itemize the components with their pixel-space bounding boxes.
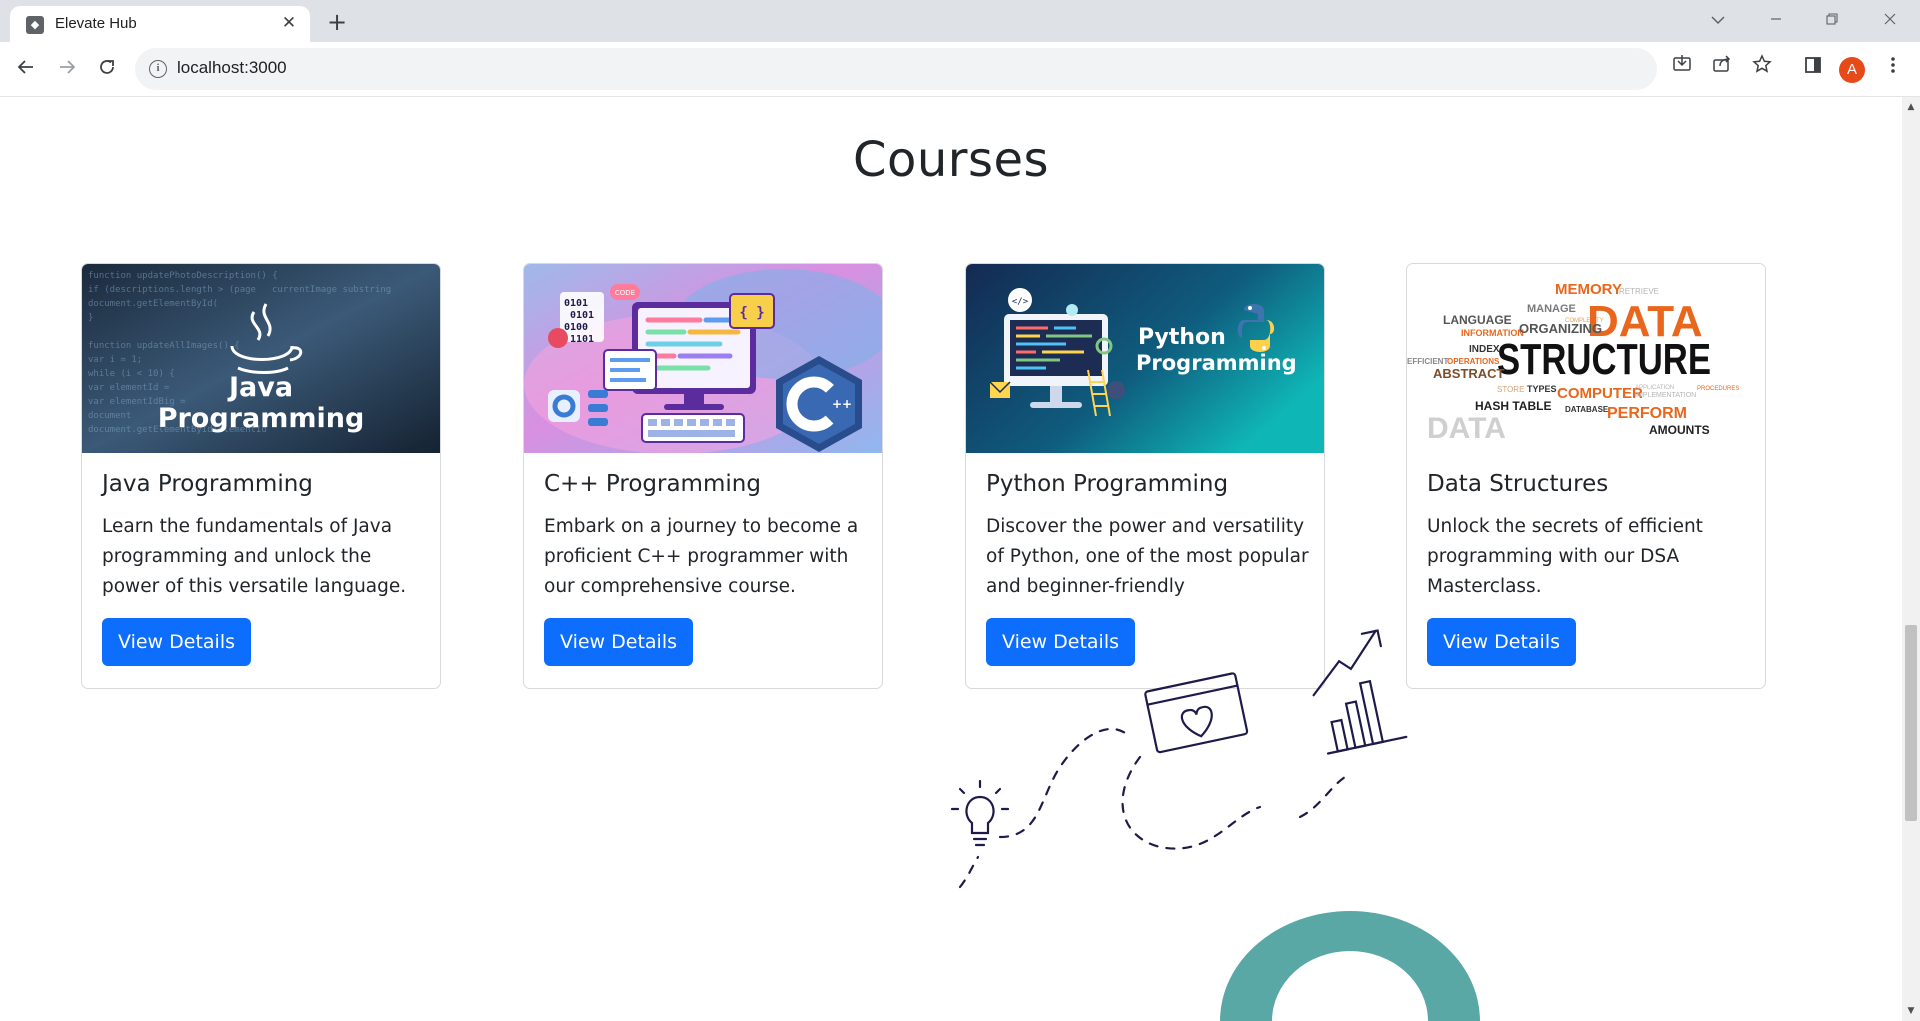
ds-word: STORE (1497, 385, 1524, 394)
course-title: C++ Programming (544, 471, 761, 497)
dashed-path-3 (1298, 775, 1347, 819)
view-details-button[interactable]: View Details (1427, 618, 1576, 666)
svg-text:++: ++ (832, 397, 852, 411)
svg-text:function updateAllImages() {: function updateAllImages() { (88, 341, 240, 351)
ds-word: APPLICATION (1635, 385, 1674, 391)
ds-word: STRUCTURE (1497, 335, 1711, 384)
browser-tab[interactable]: ◆ Elevate Hub ✕ (10, 6, 310, 42)
view-details-button[interactable]: View Details (986, 618, 1135, 666)
svg-text:</>: </> (1012, 297, 1029, 307)
share-icon[interactable] (1706, 53, 1738, 85)
site-favicon-icon: ◆ (26, 16, 44, 34)
forward-arrow-icon[interactable] (51, 53, 83, 85)
back-arrow-icon[interactable] (10, 53, 42, 85)
scroll-down-icon[interactable]: ▼ (1902, 1003, 1920, 1019)
ds-word: IMPLEMENTATION (1635, 392, 1696, 399)
ds-word: ABSTRACT (1433, 366, 1505, 381)
side-panel-icon[interactable] (1797, 53, 1829, 85)
info-icon[interactable]: i (149, 60, 167, 78)
tab-title: Elevate Hub (55, 15, 137, 32)
cpp-braces: { } (739, 305, 764, 321)
course-card-java: function updatePhotoDescription() { if (… (81, 263, 441, 689)
ds-word: MANAGE (1527, 303, 1576, 315)
page-scrollbar[interactable]: ▲ ▼ (1902, 97, 1920, 1021)
view-details-button[interactable]: View Details (102, 618, 251, 666)
minimize-icon[interactable] (1754, 4, 1798, 36)
course-description: Discover the power and versatility of Py… (986, 516, 1309, 597)
python-image-line2: Programming (1136, 351, 1297, 375)
scrollbar-thumb[interactable] (1905, 625, 1917, 821)
svg-text:function updatePhotoDescripti: function updatePhotoDescription() { (88, 271, 278, 281)
tab-close-icon[interactable]: ✕ (278, 12, 300, 34)
ds-word: HASH TABLE (1475, 399, 1551, 413)
cpp-binary-3: 0100 (564, 322, 588, 333)
cpp-course-image: 0101 0101 0100 1101 CODE { } ++ (524, 264, 882, 453)
svg-text:while (i < 10) {: while (i < 10) { (88, 369, 175, 379)
restore-icon[interactable] (1810, 4, 1854, 36)
course-title: Data Structures (1427, 471, 1609, 497)
ds-word: INDEX (1469, 344, 1500, 355)
close-window-icon[interactable] (1868, 4, 1912, 36)
course-card-python: </> Python Programming Python Programmin… (965, 263, 1325, 689)
ds-word: ORGANIZING (1519, 321, 1602, 336)
java-image-line2: Programming (158, 403, 365, 434)
browser-toolbar: i localhost:3000 A (0, 42, 1920, 97)
svg-text:var i = 1;: var i = 1; (88, 355, 142, 365)
star-icon[interactable] (1746, 53, 1778, 85)
url-text[interactable]: localhost:3000 (177, 58, 287, 78)
ds-word: EFFICIENT (1407, 357, 1448, 366)
ds-word: PROCEDURES (1697, 386, 1739, 392)
ds-word: OPERATIONS (1447, 357, 1500, 366)
dsa-word-cloud-image: MEMORY RETRIEVE MANAGE COMPLEXITY LANGUA… (1407, 264, 1765, 453)
dashed-path-2 (1121, 755, 1262, 850)
course-card-cpp: 0101 0101 0100 1101 CODE { } ++ C++ Prog… (523, 263, 883, 689)
page-viewport: Courses function updatePhotoDescription(… (0, 97, 1902, 1021)
svg-text:if (descriptions.length > (pag: if (descriptions.length > (page (88, 285, 256, 295)
java-course-image: function updatePhotoDescription() { if (… (82, 264, 440, 453)
tab-search-icon[interactable] (1696, 4, 1740, 36)
ds-word: AMOUNTS (1649, 423, 1710, 437)
reload-icon[interactable] (91, 53, 123, 85)
address-bar[interactable]: i localhost:3000 (135, 48, 1657, 90)
cpp-binary-4: 1101 (570, 334, 594, 345)
view-details-button[interactable]: View Details (544, 618, 693, 666)
svg-text:currentImage substring: currentImage substring (272, 285, 391, 295)
ds-word: PERFORM (1607, 405, 1687, 422)
page-title: Courses (852, 132, 1050, 188)
browser-tab-bar: ◆ Elevate Hub ✕ + (0, 0, 1920, 42)
svg-text:var elementId =: var elementId = (88, 383, 170, 393)
course-title: Java Programming (102, 471, 313, 497)
install-icon[interactable] (1666, 53, 1698, 85)
course-title: Python Programming (986, 471, 1229, 497)
svg-text:document.getElementById(: document.getElementById( (88, 299, 218, 309)
java-image-line1: Java (227, 372, 293, 403)
svg-text:}: } (88, 313, 93, 323)
course-card-dsa: MEMORY RETRIEVE MANAGE COMPLEXITY LANGUA… (1406, 263, 1766, 689)
course-description: Embark on a journey to become a proficie… (544, 516, 859, 597)
ds-word: MEMORY (1555, 281, 1622, 298)
python-course-image: </> Python Programming (966, 264, 1324, 453)
avatar[interactable]: A (1839, 57, 1865, 83)
kebab-menu-icon[interactable] (1877, 53, 1909, 85)
ds-word: TYPES (1527, 384, 1557, 394)
python-image-line1: Python (1138, 325, 1226, 350)
ds-word: LANGUAGE (1443, 313, 1512, 327)
ds-word: RETRIEVE (1619, 287, 1659, 296)
dashed-path-1 (998, 727, 1132, 839)
course-description: Learn the fundamentals of Java programmi… (102, 516, 407, 597)
teal-arc-shape (1220, 911, 1480, 1021)
cpp-binary-2: 0101 (570, 310, 594, 321)
scroll-up-icon[interactable]: ▲ (1902, 99, 1920, 115)
ds-word: DATA (1427, 412, 1506, 445)
lightbulb-icon (950, 779, 1010, 847)
cpp-binary-1: 0101 (564, 298, 588, 309)
cpp-code-tag: CODE (615, 289, 635, 297)
new-tab-button[interactable]: + (322, 8, 352, 36)
course-description: Unlock the secrets of efficient programm… (1427, 516, 1703, 597)
svg-text:document: document (88, 411, 131, 421)
ds-word: COMPUTER (1557, 385, 1643, 402)
ds-word: DATABASE (1565, 405, 1609, 414)
dashed-path-4 (958, 855, 980, 889)
